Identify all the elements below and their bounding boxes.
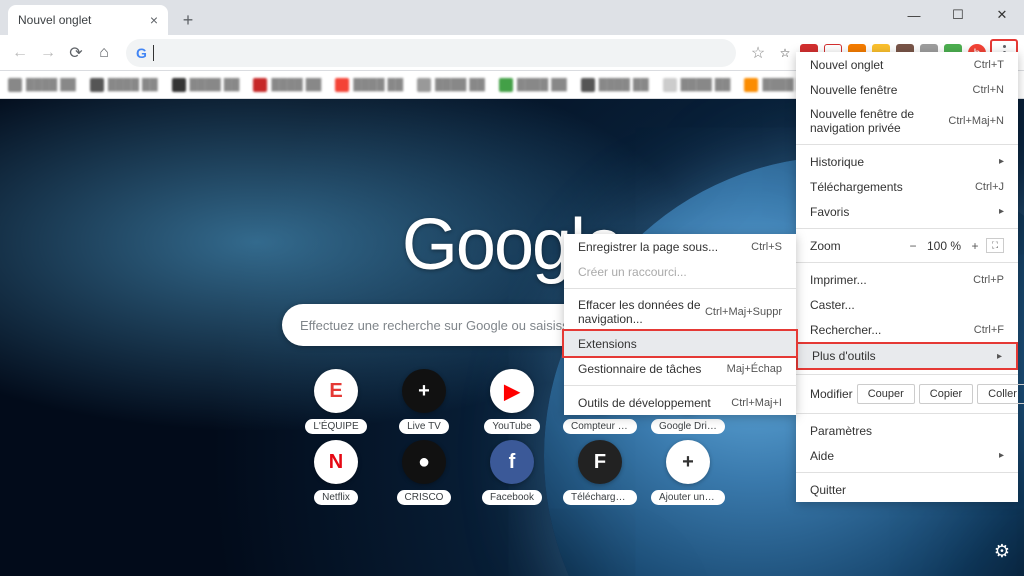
fullscreen-button[interactable]: ⛶ xyxy=(986,238,1004,253)
omnibox-caret xyxy=(153,45,154,61)
zoom-in-button[interactable]: + xyxy=(964,239,986,253)
menu-settings[interactable]: Paramètres xyxy=(796,418,1018,443)
bookmark-item[interactable]: ████ ██ xyxy=(335,78,403,92)
shortcut-add[interactable]: +Ajouter un racc... xyxy=(646,440,730,505)
menu-print[interactable]: Imprimer...Ctrl+P xyxy=(796,267,1018,292)
zoom-value: 100 % xyxy=(924,239,964,253)
paste-button[interactable]: Coller xyxy=(977,384,1024,404)
menu-cast[interactable]: Caster... xyxy=(796,292,1018,317)
home-button[interactable]: ⌂ xyxy=(90,39,118,67)
submenu-save-page[interactable]: Enregistrer la page sous...Ctrl+S xyxy=(564,234,796,259)
shortcut-youtube[interactable]: ▶YouTube xyxy=(470,369,554,434)
star-icon[interactable]: ☆ xyxy=(744,39,772,67)
shortcut-crisco[interactable]: ●CRISCO xyxy=(382,440,466,505)
shortcut-livetv[interactable]: +Live TV xyxy=(382,369,466,434)
close-tab-icon[interactable]: × xyxy=(150,12,158,28)
menu-history[interactable]: Historique▸ xyxy=(796,149,1018,174)
omnibox[interactable]: G xyxy=(126,39,736,67)
extension-icon[interactable]: ☆ xyxy=(776,44,794,62)
bookmark-item[interactable]: ████ ██ xyxy=(581,78,649,92)
bookmark-item[interactable]: ████ ██ xyxy=(172,78,240,92)
cut-button[interactable]: Couper xyxy=(857,384,915,404)
submenu-devtools[interactable]: Outils de développementCtrl+Maj+I xyxy=(564,390,796,415)
bookmark-item[interactable]: ████ ██ xyxy=(499,78,567,92)
bookmark-item[interactable]: ████ ██ xyxy=(417,78,485,92)
zoom-out-button[interactable]: − xyxy=(902,239,924,253)
forward-button[interactable]: → xyxy=(34,39,62,67)
back-button[interactable]: ← xyxy=(6,39,34,67)
google-g-icon: G xyxy=(136,45,147,61)
menu-incognito[interactable]: Nouvelle fenêtre de navigation privéeCtr… xyxy=(796,102,1018,140)
close-window-button[interactable]: ✕ xyxy=(980,0,1024,30)
tab-title: Nouvel onglet xyxy=(18,13,91,27)
window-controls: — ☐ ✕ xyxy=(892,0,1024,30)
menu-bookmarks[interactable]: Favoris▸ xyxy=(796,199,1018,224)
chrome-main-menu: Nouvel ongletCtrl+T Nouvelle fenêtreCtrl… xyxy=(796,52,1018,502)
bookmark-item[interactable]: ████ ██ xyxy=(8,78,76,92)
menu-help[interactable]: Aide▸ xyxy=(796,443,1018,468)
menu-new-tab[interactable]: Nouvel ongletCtrl+T xyxy=(796,52,1018,77)
customize-gear-icon[interactable]: ⚙ xyxy=(994,541,1010,562)
new-tab-button[interactable]: + xyxy=(174,6,202,34)
maximize-button[interactable]: ☐ xyxy=(936,0,980,30)
shortcut-facebook[interactable]: fFacebook xyxy=(470,440,554,505)
shortcut-lequipe[interactable]: EL'ÉQUIPE xyxy=(294,369,378,434)
submenu-clear-data[interactable]: Effacer les données de navigation...Ctrl… xyxy=(564,293,796,331)
bookmark-item[interactable]: ████ ██ xyxy=(253,78,321,92)
titlebar: Nouvel onglet × + — ☐ ✕ xyxy=(0,0,1024,35)
shortcut-telecharger[interactable]: FTélécharger des... xyxy=(558,440,642,505)
menu-find[interactable]: Rechercher...Ctrl+F xyxy=(796,317,1018,342)
menu-zoom-row: Zoom − 100 % + ⛶ xyxy=(796,233,1018,258)
submenu-create-shortcut: Créer un raccourci... xyxy=(564,259,796,284)
browser-tab[interactable]: Nouvel onglet × xyxy=(8,5,168,35)
reload-button[interactable]: ⟳ xyxy=(62,39,90,67)
menu-new-window[interactable]: Nouvelle fenêtreCtrl+N xyxy=(796,77,1018,102)
submenu-task-manager[interactable]: Gestionnaire de tâchesMaj+Échap xyxy=(564,356,796,381)
submenu-extensions[interactable]: Extensions xyxy=(564,331,796,356)
minimize-button[interactable]: — xyxy=(892,0,936,30)
menu-exit[interactable]: Quitter xyxy=(796,477,1018,502)
more-tools-submenu: Enregistrer la page sous...Ctrl+S Créer … xyxy=(564,234,796,415)
bookmark-item[interactable]: ████ ██ xyxy=(663,78,731,92)
bookmark-item[interactable]: ████ ██ xyxy=(90,78,158,92)
menu-edit-row: Modifier Couper Copier Coller xyxy=(796,379,1018,409)
menu-more-tools[interactable]: Plus d'outils▸ xyxy=(796,342,1018,370)
menu-downloads[interactable]: TéléchargementsCtrl+J xyxy=(796,174,1018,199)
copy-button[interactable]: Copier xyxy=(919,384,973,404)
shortcut-netflix[interactable]: NNetflix xyxy=(294,440,378,505)
